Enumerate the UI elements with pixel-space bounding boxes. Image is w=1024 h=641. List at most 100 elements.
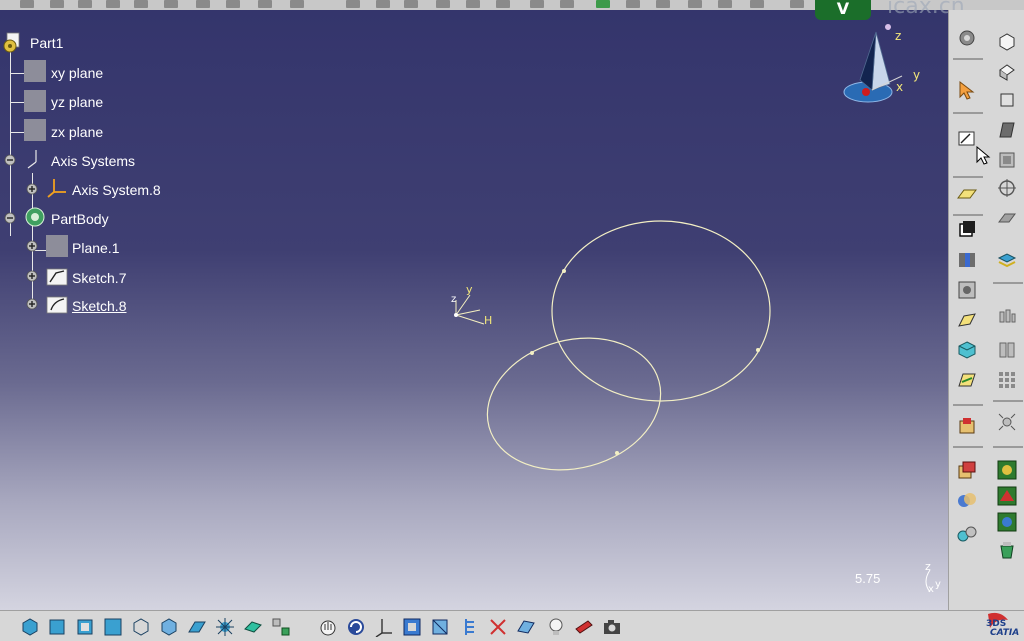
v-badge: V <box>815 0 871 20</box>
zoom-readout: 5.75 <box>855 571 881 586</box>
sketch-axis-y-label: y <box>466 283 473 296</box>
view-top-icon[interactable] <box>997 90 1017 110</box>
collapse-icon[interactable] <box>4 154 16 166</box>
part-icon[interactable] <box>1 32 23 54</box>
specification-tree[interactable]: Part1 xy plane yz plane zx plane Axis Sy… <box>0 28 240 328</box>
ellipse-point[interactable] <box>615 451 619 455</box>
layers-icon[interactable] <box>997 250 1017 270</box>
axis-system-icon[interactable] <box>46 176 68 198</box>
mini-axis-indicator: z y x <box>925 560 941 595</box>
3d-viewport[interactable]: z y H z x y z y x 5.75 Part1 xy plane yz… <box>0 10 948 610</box>
tree-item-sketch-7[interactable]: Sketch.7 <box>72 270 126 286</box>
sketch-icon[interactable] <box>46 293 68 315</box>
tree-item-yz-plane[interactable]: yz plane <box>51 94 103 110</box>
camera-icon[interactable] <box>602 617 622 637</box>
bottom-toolbar[interactable] <box>0 610 1024 641</box>
surface-icon[interactable] <box>243 617 263 637</box>
compass-y-label: y <box>913 68 920 82</box>
wireframe-icon[interactable] <box>131 617 151 637</box>
tree-item-sketch-8[interactable]: Sketch.8 <box>72 298 126 314</box>
axis-icon[interactable] <box>374 617 394 637</box>
tree-item-zx-plane[interactable]: zx plane <box>51 124 103 140</box>
render-style-icon[interactable] <box>997 208 1017 228</box>
plane-icon[interactable] <box>46 235 68 257</box>
look-at-icon[interactable] <box>574 617 594 637</box>
spark-icon[interactable] <box>215 617 235 637</box>
light-bulb-icon[interactable] <box>546 617 566 637</box>
normal-view-icon[interactable] <box>430 617 450 637</box>
new-body-icon[interactable] <box>20 617 40 637</box>
view-front-icon[interactable] <box>997 62 1017 82</box>
plane-icon[interactable] <box>24 60 46 82</box>
view-side-icon[interactable] <box>997 120 1017 140</box>
draft-analysis-icon[interactable] <box>997 486 1017 506</box>
expand-icon[interactable] <box>26 298 38 310</box>
tree-item-plane-1[interactable]: Plane.1 <box>72 240 119 256</box>
curvature-analysis-icon[interactable] <box>997 512 1017 532</box>
shading-icon[interactable] <box>997 150 1017 170</box>
pattern-icon[interactable] <box>997 306 1017 326</box>
hole-icon[interactable] <box>957 280 977 300</box>
sketch-ellipse-lower[interactable] <box>472 319 675 488</box>
tree-root-label[interactable]: Part1 <box>30 35 63 51</box>
sketch-icon[interactable] <box>46 265 68 287</box>
analysis-icon[interactable] <box>997 460 1017 480</box>
transformation-icon[interactable] <box>957 460 977 480</box>
shaded-icon[interactable] <box>159 617 179 637</box>
rib-icon[interactable] <box>957 310 977 330</box>
group-icon[interactable] <box>271 617 291 637</box>
cut-icon[interactable] <box>488 617 508 637</box>
expand-icon[interactable] <box>26 183 38 195</box>
select-arrow-icon[interactable] <box>957 80 977 100</box>
sketch-axis-z-label: z <box>451 294 456 305</box>
svg-text:x: x <box>928 584 934 595</box>
measure-icon[interactable] <box>957 524 977 544</box>
tree-item-axis-system-8[interactable]: Axis System.8 <box>72 182 161 198</box>
compass[interactable]: z x y <box>843 24 920 103</box>
tree-icon[interactable] <box>460 617 480 637</box>
mouse-cursor-icon <box>976 146 991 165</box>
plane-tool-icon[interactable] <box>957 184 977 204</box>
tree-item-xy-plane[interactable]: xy plane <box>51 65 103 81</box>
scale-icon[interactable] <box>997 412 1017 432</box>
axis-systems-icon[interactable] <box>24 148 46 170</box>
tree-item-partbody[interactable]: PartBody <box>51 211 109 227</box>
tree-item-axis-systems[interactable]: Axis Systems <box>51 153 135 169</box>
fit-all-icon[interactable] <box>402 617 422 637</box>
pocket-icon[interactable] <box>957 250 977 270</box>
ellipse-point[interactable] <box>562 269 566 273</box>
dress-up-icon[interactable] <box>957 416 977 436</box>
compass-z-label: z <box>895 29 901 43</box>
plane-view-icon[interactable] <box>187 617 207 637</box>
gear-icon[interactable] <box>957 28 977 48</box>
svg-text:y: y <box>935 579 941 590</box>
pad-icon[interactable] <box>957 220 977 240</box>
rotate-icon[interactable] <box>346 617 366 637</box>
grid-pattern-icon[interactable] <box>997 370 1017 390</box>
view-iso-icon[interactable] <box>997 32 1017 52</box>
plane-icon[interactable] <box>24 119 46 141</box>
loft-icon[interactable] <box>957 370 977 390</box>
boolean-icon[interactable] <box>957 490 977 510</box>
mirror-icon[interactable] <box>997 340 1017 360</box>
crosshair-icon[interactable] <box>997 178 1017 198</box>
sketch-ellipse-upper[interactable] <box>551 220 771 402</box>
swap-view-icon[interactable] <box>103 617 123 637</box>
hide-icon[interactable] <box>516 617 536 637</box>
hide-show-icon[interactable] <box>75 617 95 637</box>
sketch-axis-h-label: H <box>484 314 492 327</box>
insert-body-icon[interactable] <box>47 617 67 637</box>
ellipse-point[interactable] <box>756 348 760 352</box>
solid-combine-icon[interactable] <box>957 340 977 360</box>
plane-icon[interactable] <box>24 90 46 112</box>
pan-hand-icon[interactable] <box>318 617 338 637</box>
expand-icon[interactable] <box>26 270 38 282</box>
ellipse-point[interactable] <box>530 351 534 355</box>
expand-icon[interactable] <box>26 240 38 252</box>
recycle-icon[interactable] <box>997 540 1017 560</box>
right-toolbar[interactable] <box>948 10 1024 610</box>
catia-logo-text: CATIA <box>990 628 1020 638</box>
partbody-icon[interactable] <box>24 206 46 228</box>
sketcher-icon[interactable] <box>957 128 977 148</box>
collapse-icon[interactable] <box>4 212 16 224</box>
